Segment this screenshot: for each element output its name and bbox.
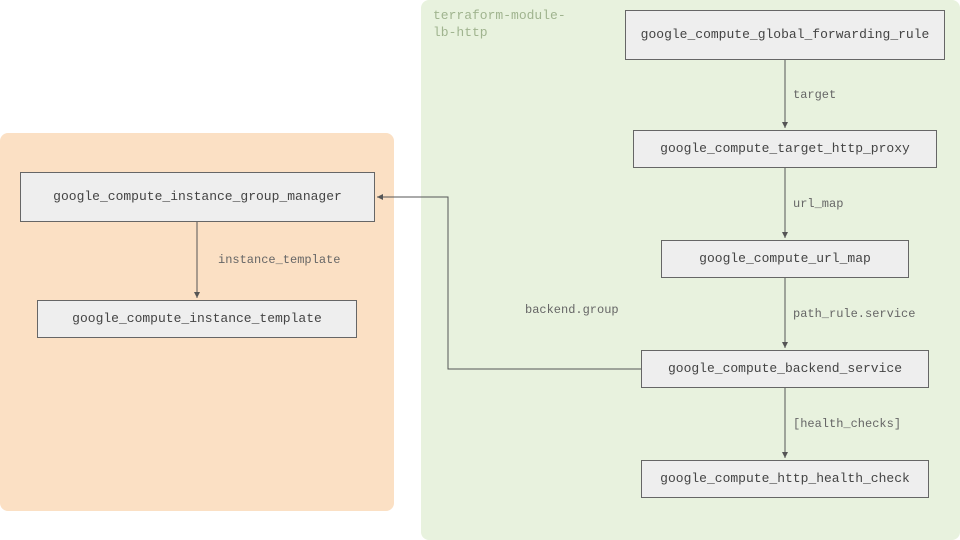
edge-label-target: target [793, 88, 836, 102]
group-green-label: terraform-module- lb-http [433, 8, 566, 42]
node-instance-group-manager: google_compute_instance_group_manager [20, 172, 375, 222]
edge-label-backend-group: backend.group [525, 303, 619, 317]
edge-label-path-rule-service: path_rule.service [793, 307, 915, 321]
node-url-map: google_compute_url_map [661, 240, 909, 278]
edge-label-url-map: url_map [793, 197, 843, 211]
node-http-health-check: google_compute_http_health_check [641, 460, 929, 498]
node-url-map-label: google_compute_url_map [699, 251, 871, 268]
node-forwarding-rule-label: google_compute_global_forwarding_rule [641, 27, 930, 44]
node-instance-template: google_compute_instance_template [37, 300, 357, 338]
edge-label-health-checks: [health_checks] [793, 417, 901, 431]
node-backend-service-label: google_compute_backend_service [668, 361, 902, 378]
node-forwarding-rule: google_compute_global_forwarding_rule [625, 10, 945, 60]
node-target-http-proxy: google_compute_target_http_proxy [633, 130, 937, 168]
node-target-http-proxy-label: google_compute_target_http_proxy [660, 141, 910, 158]
edge-label-instance-template: instance_template [218, 253, 340, 267]
node-instance-template-label: google_compute_instance_template [72, 311, 322, 328]
node-backend-service: google_compute_backend_service [641, 350, 929, 388]
node-instance-group-manager-label: google_compute_instance_group_manager [53, 189, 342, 206]
node-http-health-check-label: google_compute_http_health_check [660, 471, 910, 488]
